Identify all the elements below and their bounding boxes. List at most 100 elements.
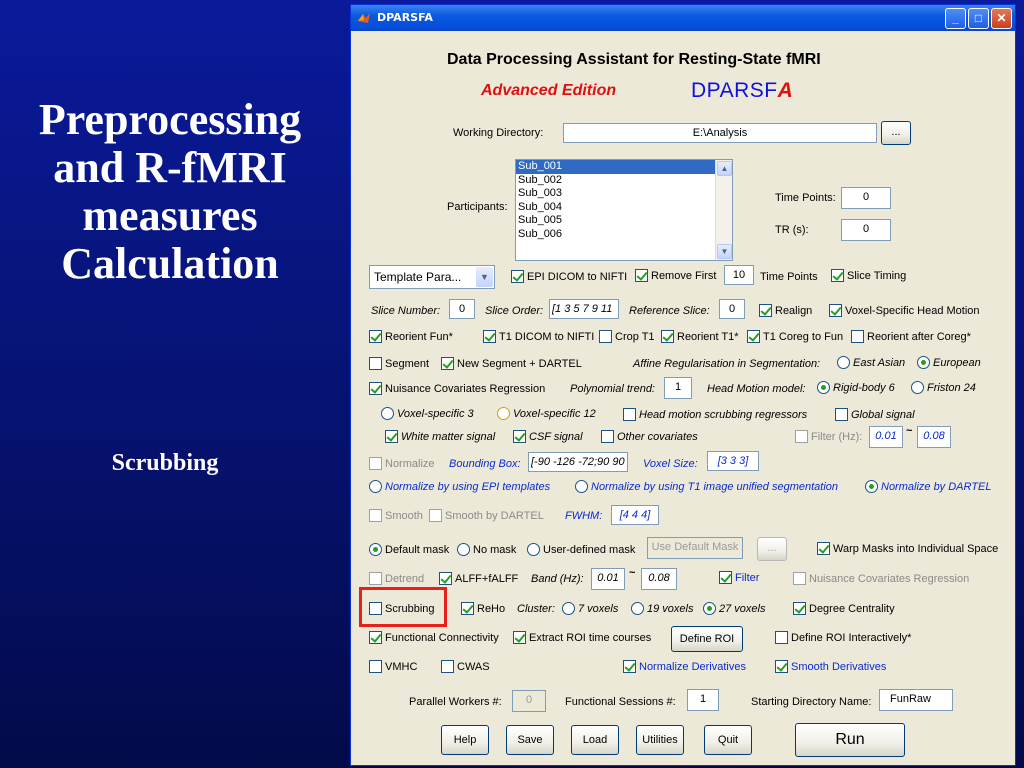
voxel-specific-12-radio[interactable]: Voxel-specific 12 [497, 407, 596, 420]
parallel-workers-input[interactable]: 0 [512, 690, 546, 712]
smooth-checkbox[interactable]: Smooth [369, 509, 423, 522]
european-radio[interactable]: European [917, 356, 981, 369]
normalize-epi-radio[interactable]: Normalize by using EPI templates [369, 480, 550, 493]
epi-dicom-checkbox[interactable]: EPI DICOM to NIFTI [511, 270, 627, 283]
start-dir-input[interactable]: FunRaw [879, 689, 953, 711]
run-button[interactable]: Run [795, 723, 905, 757]
detrend-checkbox[interactable]: Detrend [369, 572, 424, 585]
slice-order-input[interactable]: [1 3 5 7 9 11 [549, 299, 619, 319]
use-default-mask-input[interactable]: Use Default Mask [647, 537, 743, 559]
smooth-derivatives-checkbox[interactable]: Smooth Derivatives [775, 660, 886, 673]
voxel-size-input[interactable]: [3 3 3] [707, 451, 759, 471]
default-mask-radio[interactable]: Default mask [369, 543, 449, 556]
define-roi-interactive-checkbox[interactable]: Define ROI Interactively* [775, 631, 911, 644]
t1-coreg-checkbox[interactable]: T1 Coreg to Fun [747, 330, 843, 343]
normalize-dartel-radio[interactable]: Normalize by DARTEL [865, 480, 991, 493]
utilities-button[interactable]: Utilities [636, 725, 684, 755]
list-item[interactable]: Sub_002 [516, 174, 732, 188]
slice-timing-checkbox[interactable]: Slice Timing [831, 269, 906, 282]
vmhc-checkbox[interactable]: VMHC [369, 660, 417, 673]
define-roi-button[interactable]: Define ROI [671, 626, 743, 652]
warp-masks-checkbox[interactable]: Warp Masks into Individual Space [817, 542, 998, 555]
voxel-specific-3-radio[interactable]: Voxel-specific 3 [381, 407, 474, 420]
scroll-up-icon[interactable]: ▲ [717, 161, 732, 176]
friston-radio[interactable]: Friston 24 [911, 381, 976, 394]
filter-high-input[interactable]: 0.08 [917, 426, 951, 448]
scrubbing-checkbox[interactable]: Scrubbing [369, 602, 435, 615]
minimize-button[interactable]: _ [945, 8, 966, 29]
cluster-19-radio[interactable]: 19 voxels [631, 602, 693, 615]
reho-checkbox[interactable]: ReHo [461, 602, 505, 615]
timepoints-input[interactable]: 0 [841, 187, 891, 209]
tr-input[interactable]: 0 [841, 219, 891, 241]
scroll-down-icon[interactable]: ▼ [717, 244, 732, 259]
reorient-fun-checkbox[interactable]: Reorient Fun* [369, 330, 453, 343]
normalize-derivatives-checkbox[interactable]: Normalize Derivatives [623, 660, 746, 673]
cwas-checkbox[interactable]: CWAS [441, 660, 490, 673]
remove-first-input[interactable]: 10 [724, 265, 754, 285]
cluster-27-radio[interactable]: 27 voxels [703, 602, 765, 615]
global-signal-checkbox[interactable]: Global signal [835, 408, 915, 421]
participants-list[interactable]: Sub_001 Sub_002 Sub_003 Sub_004 Sub_005 … [515, 159, 733, 261]
close-button[interactable]: ✕ [991, 8, 1012, 29]
maximize-button[interactable]: □ [968, 8, 989, 29]
affine-label: Affine Regularisation in Segmentation: [633, 358, 821, 370]
smooth-dartel-checkbox[interactable]: Smooth by DARTEL [429, 509, 544, 522]
quit-button[interactable]: Quit [704, 725, 752, 755]
scrubbing-regressors-checkbox[interactable]: Head motion scrubbing regressors [623, 408, 807, 421]
reference-slice-input[interactable]: 0 [719, 299, 745, 319]
remove-first-checkbox[interactable]: Remove First [635, 269, 716, 282]
list-item[interactable]: Sub_006 [516, 228, 732, 242]
alff-checkbox[interactable]: ALFF+fALFF [439, 572, 518, 585]
mask-browse-button[interactable]: ... [757, 537, 787, 561]
band-low-input[interactable]: 0.01 [591, 568, 625, 590]
normalize-t1-radio[interactable]: Normalize by using T1 image unified segm… [575, 480, 838, 493]
list-item[interactable]: Sub_004 [516, 201, 732, 215]
bounding-box-input[interactable]: [-90 -126 -72;90 90 [528, 452, 628, 472]
help-button[interactable]: Help [441, 725, 489, 755]
list-item[interactable]: Sub_003 [516, 187, 732, 201]
fc-checkbox[interactable]: Functional Connectivity [369, 631, 499, 644]
slide-title-line: measures [82, 191, 258, 240]
list-item[interactable]: Sub_001 [516, 160, 732, 174]
workdir-browse-button[interactable]: ... [881, 121, 911, 145]
white-matter-checkbox[interactable]: White matter signal [385, 430, 495, 443]
new-segment-checkbox[interactable]: New Segment + DARTEL [441, 357, 582, 370]
csf-checkbox[interactable]: CSF signal [513, 430, 583, 443]
t1-dicom-checkbox[interactable]: T1 DICOM to NIFTI [483, 330, 594, 343]
participants-scrollbar[interactable]: ▲ ▼ [715, 160, 732, 260]
workdir-input[interactable]: E:\Analysis [563, 123, 877, 143]
degree-centrality-checkbox[interactable]: Degree Centrality [793, 602, 895, 615]
realign-checkbox[interactable]: Realign [759, 304, 812, 317]
chevron-down-icon[interactable]: ▼ [476, 267, 493, 287]
other-covariates-checkbox[interactable]: Other covariates [601, 430, 698, 443]
save-button[interactable]: Save [506, 725, 554, 755]
band-high-input[interactable]: 0.08 [641, 568, 677, 590]
east-asian-radio[interactable]: East Asian [837, 356, 905, 369]
window-titlebar[interactable]: DPARSFA _ □ ✕ [351, 5, 1015, 31]
fwhm-input[interactable]: [4 4 4] [611, 505, 659, 525]
user-mask-radio[interactable]: User-defined mask [527, 543, 635, 556]
filter-checkbox[interactable]: Filter [719, 571, 759, 584]
polynomial-input[interactable]: 1 [664, 377, 692, 399]
extract-roi-checkbox[interactable]: Extract ROI time courses [513, 631, 651, 644]
template-dropdown[interactable]: Template Para... ▼ [369, 265, 495, 289]
voxel-head-motion-checkbox[interactable]: Voxel-Specific Head Motion [829, 304, 980, 317]
filter-low-input[interactable]: 0.01 [869, 426, 903, 448]
normalize-checkbox[interactable]: Normalize [369, 457, 435, 470]
list-item[interactable]: Sub_005 [516, 214, 732, 228]
slice-number-input[interactable]: 0 [449, 299, 475, 319]
crop-t1-checkbox[interactable]: Crop T1 [599, 330, 655, 343]
cluster-7-radio[interactable]: 7 voxels [562, 602, 618, 615]
tr-label: TR (s): [775, 224, 809, 236]
filter-hz-checkbox[interactable]: Filter (Hz): [795, 430, 862, 443]
reorient-t1-checkbox[interactable]: Reorient T1* [661, 330, 739, 343]
rigid-body-radio[interactable]: Rigid-body 6 [817, 381, 895, 394]
nuisance-regression-checkbox[interactable]: Nuisance Covariates Regression [793, 572, 969, 585]
reorient-after-coreg-checkbox[interactable]: Reorient after Coreg* [851, 330, 971, 343]
segment-checkbox[interactable]: Segment [369, 357, 429, 370]
sessions-input[interactable]: 1 [687, 689, 719, 711]
no-mask-radio[interactable]: No mask [457, 543, 516, 556]
nuisance-checkbox[interactable]: Nuisance Covariates Regression [369, 382, 545, 395]
load-button[interactable]: Load [571, 725, 619, 755]
